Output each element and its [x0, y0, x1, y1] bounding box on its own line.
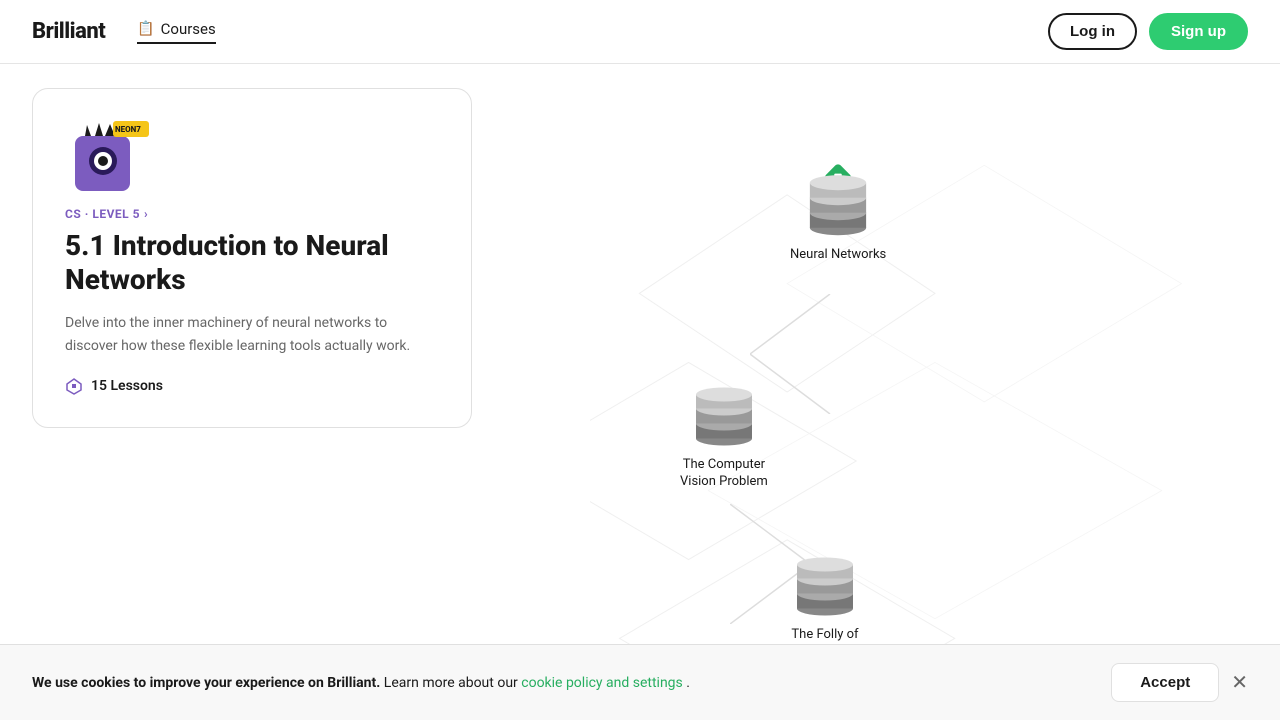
lessons-icon [65, 377, 83, 395]
login-button[interactable]: Log in [1048, 13, 1137, 50]
course-title: 5.1 Introduction to Neural Networks [65, 229, 439, 296]
cookie-text-end: . [686, 675, 690, 691]
svg-text:NEON7: NEON7 [115, 125, 141, 134]
main-content: NEON7 CS · LEVEL 5 › 5.1 Introduction to… [0, 64, 1280, 720]
computer-vision-label: The ComputerVision Problem [680, 457, 768, 491]
course-description: Delve into the inner machinery of neural… [65, 312, 439, 357]
left-panel: NEON7 CS · LEVEL 5 › 5.1 Introduction to… [0, 64, 590, 720]
course-level-text: CS · LEVEL 5 [65, 207, 140, 221]
signup-button[interactable]: Sign up [1149, 13, 1248, 50]
header-right: Log in Sign up [1048, 13, 1248, 50]
computer-vision-node[interactable]: The ComputerVision Problem [680, 374, 768, 491]
nav-courses[interactable]: 📋 Courses [137, 20, 216, 44]
courses-label: Courses [161, 20, 216, 38]
neural-networks-label: Neural Networks [790, 247, 886, 264]
cookie-banner: We use cookies to improve your experienc… [0, 644, 1280, 720]
accept-button[interactable]: Accept [1111, 663, 1219, 702]
computer-vision-stack [684, 374, 764, 449]
lessons-badge: 15 Lessons [65, 377, 439, 395]
cookie-policy-link[interactable]: cookie policy and settings [521, 675, 683, 691]
level-arrow: › [144, 207, 148, 221]
lessons-count: 15 Lessons [91, 378, 163, 394]
header: Brilliant 📋 Courses Log in Sign up [0, 0, 1280, 64]
cookie-actions: Accept ✕ [1111, 663, 1248, 702]
mascot-svg: NEON7 [65, 121, 155, 196]
cookie-text: We use cookies to improve your experienc… [32, 675, 1111, 691]
course-level[interactable]: CS · LEVEL 5 › [65, 207, 439, 221]
course-mascot: NEON7 [65, 121, 145, 191]
header-left: Brilliant 📋 Courses [32, 19, 216, 44]
courses-icon: 📋 [137, 21, 154, 37]
cookie-text-middle: Learn more about our [384, 675, 521, 691]
neural-networks-stack [798, 164, 878, 239]
brilliant-logo[interactable]: Brilliant [32, 19, 105, 44]
neural-networks-node[interactable]: Neural Networks [790, 164, 886, 264]
close-cookie-button[interactable]: ✕ [1231, 673, 1248, 693]
cookie-text-bold: We use cookies to improve your experienc… [32, 675, 380, 691]
course-map: Neural Networks The ComputerVision Probl… [590, 64, 1280, 720]
folly-programming-stack [785, 544, 865, 619]
course-card: NEON7 CS · LEVEL 5 › 5.1 Introduction to… [32, 88, 472, 428]
